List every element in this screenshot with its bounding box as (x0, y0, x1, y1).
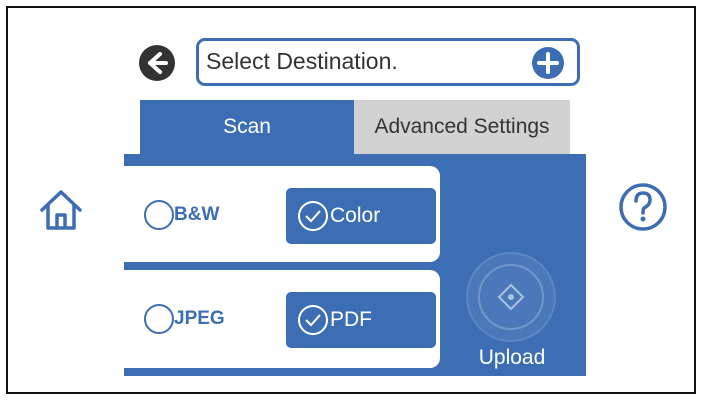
radio-unselected-icon (144, 200, 174, 230)
help-icon (619, 183, 667, 231)
arrow-left-circle-icon (139, 45, 175, 81)
check-icon (298, 305, 328, 335)
destination-placeholder: Select Destination. (206, 48, 398, 74)
help-button[interactable] (618, 182, 668, 232)
pdf-label: PDF (330, 308, 372, 331)
bw-label: B&W (174, 204, 220, 225)
jpeg-option[interactable]: JPEG (144, 304, 225, 334)
upload-label: Upload (478, 346, 546, 369)
bw-option[interactable]: B&W (144, 200, 219, 230)
check-icon (298, 201, 328, 231)
home-button[interactable] (38, 188, 84, 232)
pdf-option-button[interactable]: PDF (286, 292, 436, 348)
radio-unselected-icon (144, 304, 174, 334)
color-label: Color (330, 204, 381, 227)
color-option-button[interactable]: Color (286, 188, 436, 244)
jpeg-label: JPEG (174, 308, 225, 329)
back-button[interactable] (138, 44, 176, 82)
start-diamond-icon (478, 264, 544, 330)
upload-start-button[interactable] (466, 252, 556, 342)
home-icon (40, 190, 82, 230)
tab-scan[interactable]: Scan (140, 100, 354, 154)
tab-advanced-settings[interactable]: Advanced Settings (354, 100, 570, 154)
add-destination-button[interactable] (531, 46, 565, 80)
plus-circle-icon (532, 47, 564, 79)
